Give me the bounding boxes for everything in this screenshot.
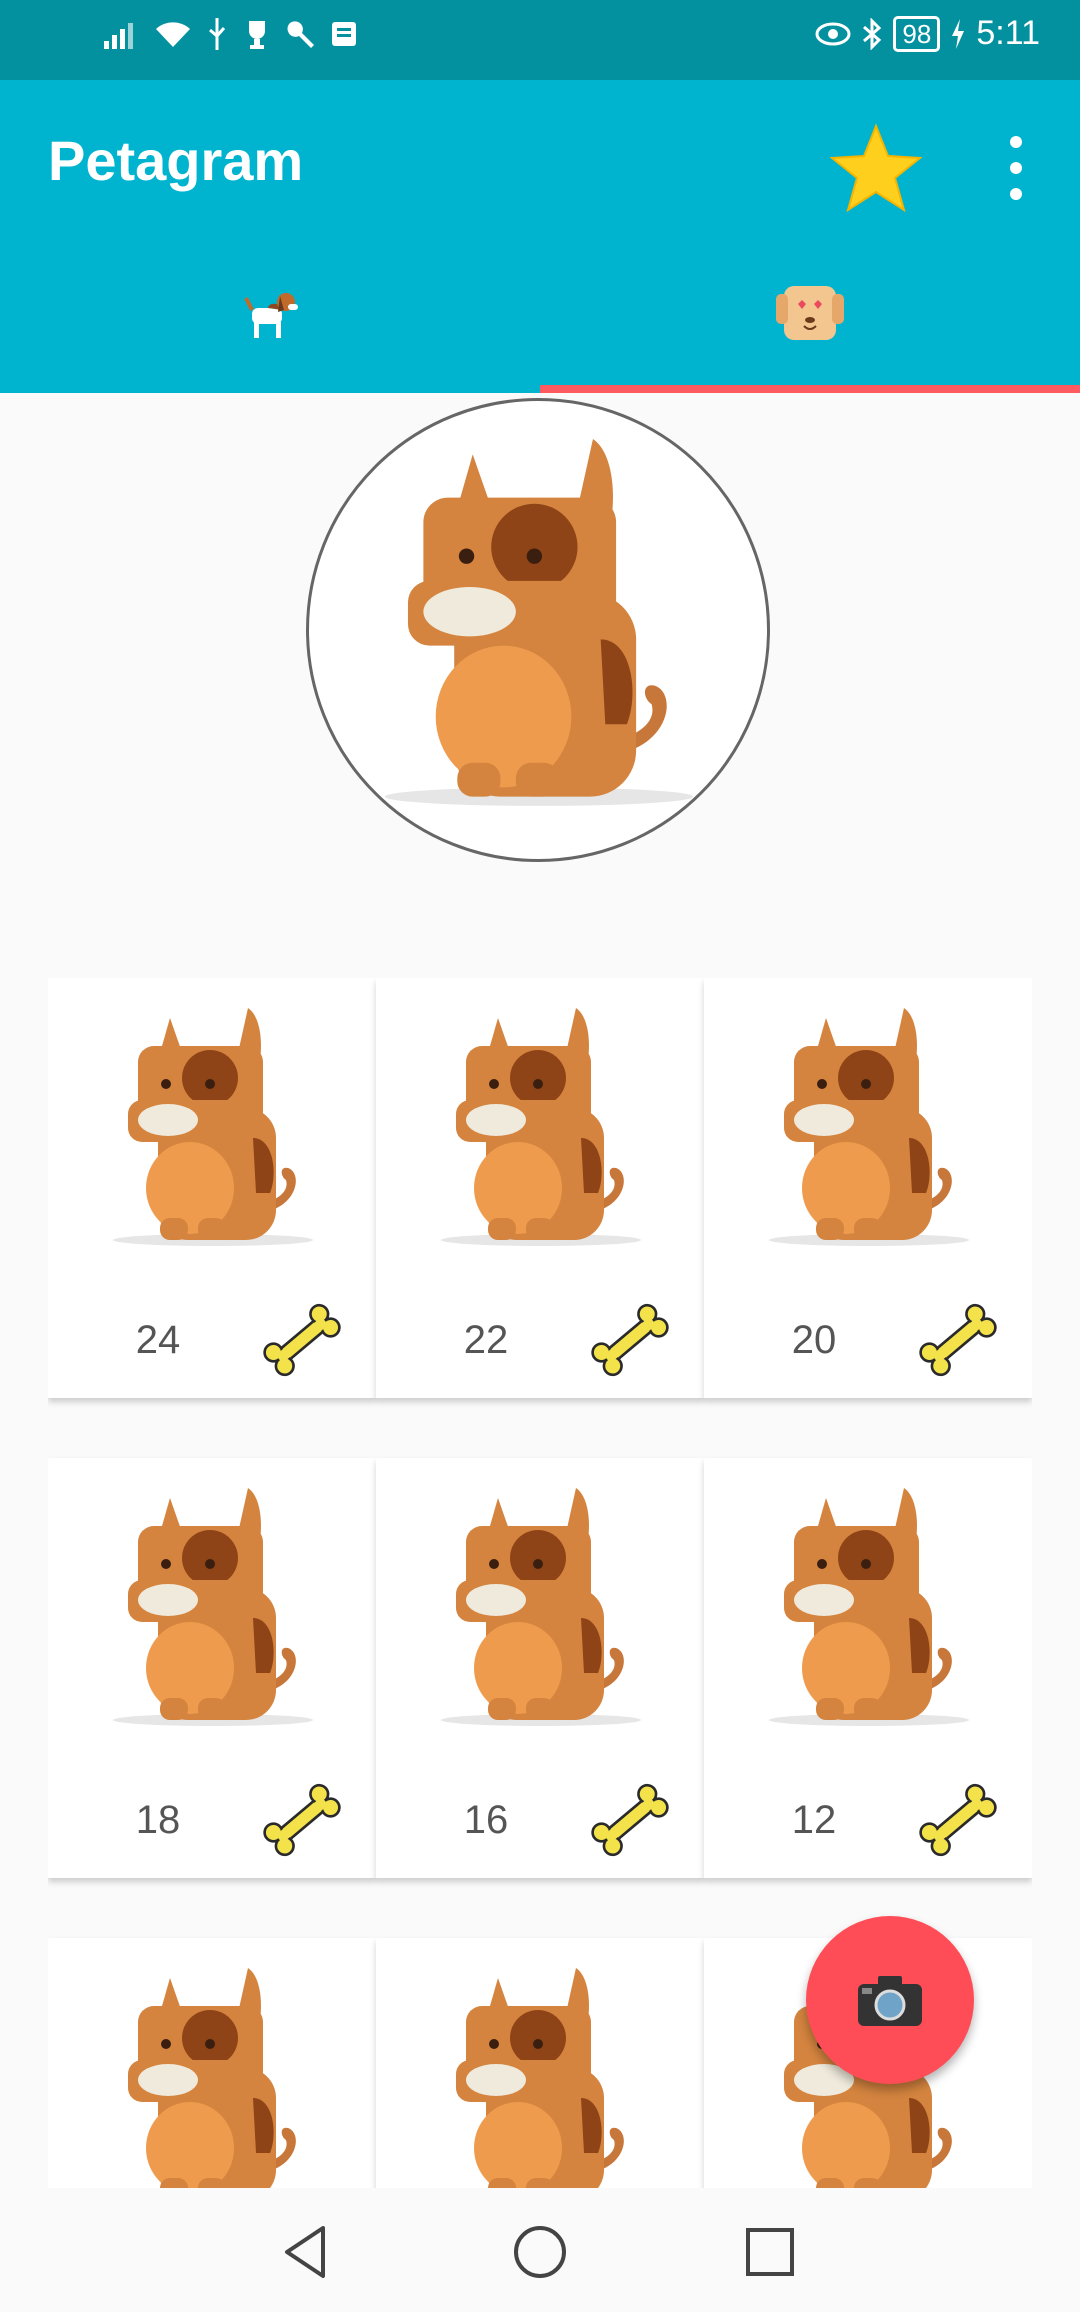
more-icon-dot xyxy=(1010,162,1022,174)
more-icon-dot xyxy=(1010,188,1022,200)
dog-photo xyxy=(441,1008,641,1246)
grid-card[interactable] xyxy=(376,1938,704,2188)
dog-love-icon xyxy=(776,286,844,340)
tab-pets[interactable] xyxy=(0,280,540,393)
dog-photo xyxy=(769,1488,969,1726)
bluetooth-icon xyxy=(863,17,882,50)
bone-icon[interactable] xyxy=(586,1296,674,1384)
home-icon[interactable] xyxy=(508,2220,572,2284)
dog-avatar-image xyxy=(384,439,694,806)
dog-photo xyxy=(441,1488,641,1726)
dog-photo xyxy=(113,1488,313,1726)
trophy-icon xyxy=(249,21,265,49)
status-time: 5:11 xyxy=(976,14,1040,52)
signal-icon xyxy=(104,23,133,49)
bone-icon[interactable] xyxy=(258,1296,346,1384)
like-count: 18 xyxy=(135,1798,181,1842)
grid-card[interactable] xyxy=(48,1938,376,2188)
grid-card[interactable]: 18 xyxy=(48,1458,376,1878)
tab-profile[interactable] xyxy=(540,280,1080,393)
like-count: 12 xyxy=(791,1798,837,1842)
like-count: 16 xyxy=(463,1798,509,1842)
wrench-icon xyxy=(287,21,314,48)
grid-card[interactable]: 24 xyxy=(48,978,376,1398)
recents-icon[interactable] xyxy=(738,2220,802,2284)
like-count: 24 xyxy=(135,1318,181,1362)
bone-icon[interactable] xyxy=(914,1776,1002,1864)
status-right-icons: 98 5:11 xyxy=(815,14,1040,53)
grid-card[interactable]: 12 xyxy=(704,1458,1032,1878)
more-options-button[interactable] xyxy=(1000,136,1032,200)
usb-icon xyxy=(209,18,226,50)
bone-icon[interactable] xyxy=(586,1776,674,1864)
battery-level: 98 xyxy=(893,15,941,52)
grid-row: 24 22 20 xyxy=(48,978,1032,1398)
system-nav-bar xyxy=(0,2188,1080,2312)
camera-fab-button[interactable] xyxy=(806,1916,974,2084)
app-bar: Petagram xyxy=(0,80,1080,393)
eye-icon xyxy=(815,22,851,45)
camera-icon xyxy=(858,1976,922,2026)
dog-photo xyxy=(113,1968,313,2188)
grid-card[interactable]: 20 xyxy=(704,978,1032,1398)
status-left-icons xyxy=(104,18,358,50)
beagle-dog-icon xyxy=(244,293,298,338)
selected-tab-indicator xyxy=(540,385,1080,393)
like-count: 20 xyxy=(791,1318,837,1362)
favorites-button[interactable] xyxy=(828,120,924,216)
dog-photo xyxy=(113,1008,313,1246)
charging-icon xyxy=(952,18,965,49)
like-count: 22 xyxy=(463,1318,509,1362)
grid-row: 18 16 12 xyxy=(48,1458,1032,1878)
status-bar: 98 5:11 xyxy=(0,0,1080,80)
notification-icon xyxy=(332,22,356,46)
wifi-icon xyxy=(156,22,190,47)
grid-card[interactable]: 16 xyxy=(376,1458,704,1878)
grid-card[interactable]: 22 xyxy=(376,978,704,1398)
more-icon-dot xyxy=(1010,136,1022,148)
star-icon xyxy=(829,123,923,213)
app-title: Petagram xyxy=(48,129,304,192)
profile-avatar xyxy=(306,398,770,862)
bone-icon[interactable] xyxy=(914,1296,1002,1384)
dog-photo xyxy=(441,1968,641,2188)
back-icon[interactable] xyxy=(275,2220,339,2284)
dog-photo xyxy=(769,1008,969,1246)
bone-icon[interactable] xyxy=(258,1776,346,1864)
